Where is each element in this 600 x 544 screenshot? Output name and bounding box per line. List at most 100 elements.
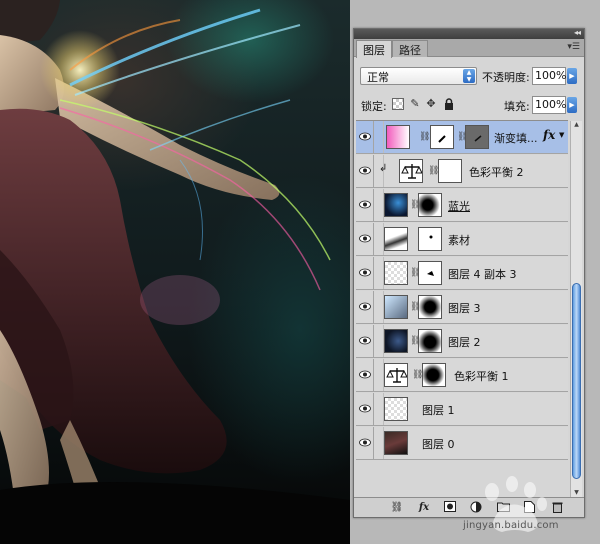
- collapse-icon[interactable]: ◂◂: [574, 28, 581, 37]
- layer-name[interactable]: 色彩平衡 2: [469, 164, 524, 180]
- layer-link-column[interactable]: [375, 291, 384, 323]
- mask-link-icon[interactable]: ⛓: [457, 131, 468, 143]
- layers-scrollbar[interactable]: ▲ ▼: [570, 121, 582, 499]
- layer-name[interactable]: 素材: [448, 232, 470, 248]
- layer-link-column[interactable]: [375, 121, 384, 153]
- blend-mode-select[interactable]: 正常 ▲ ▼: [360, 67, 477, 85]
- artwork-canvas[interactable]: [0, 0, 350, 544]
- scrollbar-thumb[interactable]: [572, 283, 581, 479]
- new-layer-icon[interactable]: [522, 501, 536, 514]
- layer-mask-thumbnail[interactable]: [438, 159, 462, 183]
- layer-link-column[interactable]: [375, 223, 384, 255]
- panel-menu-icon[interactable]: ▾☰: [567, 42, 580, 52]
- fx-expand-icon[interactable]: ▼: [559, 131, 564, 139]
- layer-row-layer-1[interactable]: 图层 1: [356, 393, 568, 426]
- layer-link-column[interactable]: [375, 189, 384, 221]
- layer-row-layer-3[interactable]: ⛓ 图层 3: [356, 291, 568, 324]
- visibility-toggle[interactable]: [356, 325, 374, 357]
- lock-all-icon[interactable]: [443, 98, 455, 110]
- fx-icon[interactable]: fx: [543, 128, 555, 142]
- layer-name[interactable]: 图层 0: [422, 436, 455, 452]
- layer-link-column[interactable]: ↲: [375, 155, 388, 187]
- layer-name[interactable]: 图层 1: [422, 402, 455, 418]
- layer-name[interactable]: 图层 2: [448, 334, 481, 350]
- mask-link-icon[interactable]: ⛓: [412, 369, 423, 381]
- layer-row-color-balance-1[interactable]: ⛓ 色彩平衡 1: [356, 359, 568, 392]
- layer-name[interactable]: 色彩平衡 1: [454, 368, 509, 384]
- layer-mask-thumbnail[interactable]: [430, 125, 454, 149]
- clipping-arrow-icon: ↲: [379, 163, 388, 174]
- visibility-toggle[interactable]: [356, 393, 374, 425]
- layer-mask-thumbnail[interactable]: [418, 193, 442, 217]
- lock-brush-icon[interactable]: ✎: [409, 98, 421, 110]
- mask-link-icon[interactable]: ⛓: [410, 267, 421, 279]
- blend-stepper-icon[interactable]: ▲ ▼: [463, 69, 475, 83]
- lock-transparent-icon[interactable]: [392, 98, 404, 110]
- layer-link-column[interactable]: [375, 427, 384, 459]
- layer-link-column[interactable]: [375, 393, 384, 425]
- visibility-toggle[interactable]: [356, 427, 374, 459]
- eye-icon: [359, 166, 371, 175]
- new-group-icon[interactable]: [496, 501, 510, 514]
- eye-icon: [359, 302, 371, 311]
- visibility-toggle[interactable]: [356, 121, 374, 153]
- layer-link-column[interactable]: [375, 257, 384, 289]
- lock-label: 锁定:: [361, 100, 387, 113]
- visibility-toggle[interactable]: [356, 291, 374, 323]
- fx-icon[interactable]: fx: [417, 501, 431, 514]
- layer-thumbnail: [384, 295, 408, 319]
- layer-link-column[interactable]: [375, 325, 384, 357]
- layer-row-material[interactable]: 素材: [356, 223, 568, 256]
- panel-tabs: 图层 路径 ▾☰: [354, 39, 584, 58]
- mask-link-icon[interactable]: ⛓: [428, 165, 439, 177]
- visibility-toggle[interactable]: [356, 257, 374, 289]
- visibility-toggle[interactable]: [356, 223, 374, 255]
- eye-icon: [359, 132, 371, 141]
- layer-name[interactable]: 图层 3: [448, 300, 481, 316]
- layer-mask-thumbnail[interactable]: [422, 363, 446, 387]
- layer-thumbnail: [384, 329, 408, 353]
- layer-mask-thumbnail[interactable]: [418, 295, 442, 319]
- layer-row-blue-light[interactable]: ⛓ 蓝光: [356, 189, 568, 222]
- scroll-up-icon[interactable]: ▲: [571, 121, 582, 131]
- mask-link-icon[interactable]: ⛓: [410, 301, 421, 313]
- layer-mask-thumbnail[interactable]: [418, 329, 442, 353]
- watermark-text: jingyan.baidu.com: [463, 520, 559, 531]
- layer-mask-thumbnail[interactable]: [418, 227, 442, 251]
- layer-link-column[interactable]: [375, 359, 384, 391]
- layer-row-layer-4-copy-3[interactable]: ⛓ 图层 4 副本 3: [356, 257, 568, 290]
- layer-name[interactable]: 图层 4 副本 3: [448, 266, 517, 282]
- mask-link-icon[interactable]: ⛓: [410, 199, 421, 211]
- add-mask-icon[interactable]: [443, 501, 457, 514]
- mask-link-icon[interactable]: ⛓: [419, 131, 430, 143]
- mask-link-icon[interactable]: ⛓: [410, 335, 421, 347]
- eye-icon: [359, 438, 371, 447]
- link-layers-icon[interactable]: ⛓: [390, 501, 404, 514]
- layer-row-layer-2[interactable]: ⛓ 图层 2: [356, 325, 568, 358]
- visibility-toggle[interactable]: [356, 359, 374, 391]
- fill-input[interactable]: 100%: [532, 96, 566, 114]
- vector-mask-thumbnail[interactable]: [465, 125, 489, 149]
- layer-row-layer-0[interactable]: 图层 0: [356, 427, 568, 460]
- opacity-input[interactable]: 100%: [532, 67, 566, 85]
- trash-icon[interactable]: [550, 501, 564, 514]
- layer-thumbnail: [384, 397, 408, 421]
- layer-row-color-balance-2[interactable]: ↲ ⛓ 色彩平衡 2: [356, 155, 568, 188]
- panel-titlebar[interactable]: ◂◂: [354, 28, 584, 39]
- scale-icon: [401, 164, 422, 179]
- visibility-toggle[interactable]: [356, 155, 374, 187]
- layer-mask-thumbnail[interactable]: [418, 261, 442, 285]
- tab-paths[interactable]: 路径: [392, 40, 428, 57]
- opacity-dropdown-icon[interactable]: ▶: [567, 68, 577, 84]
- adjustment-layer-icon[interactable]: [469, 501, 483, 514]
- lock-move-icon[interactable]: ✥: [425, 98, 437, 110]
- visibility-toggle[interactable]: [356, 189, 374, 221]
- layer-thumbnail: [384, 431, 408, 455]
- fill-dropdown-icon[interactable]: ▶: [567, 97, 577, 113]
- layer-name[interactable]: 蓝光: [448, 198, 470, 214]
- layer-name[interactable]: 渐变填...: [494, 130, 538, 146]
- eye-icon: [359, 200, 371, 209]
- layer-thumbnail: [384, 193, 408, 217]
- layer-row-gradient-fill[interactable]: ⛓ ⛓ 渐变填... fx ▼: [356, 121, 568, 154]
- tab-layers[interactable]: 图层: [356, 40, 392, 58]
